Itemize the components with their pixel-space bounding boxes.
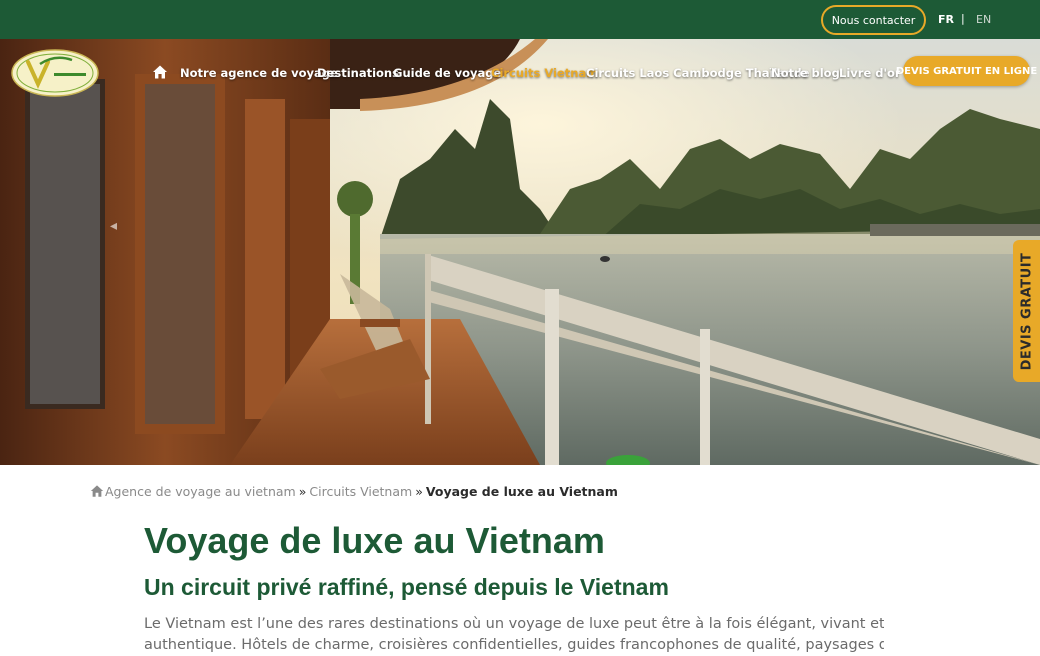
language-fr-link[interactable]: FR <box>938 13 954 26</box>
breadcrumb-separator: » <box>298 483 307 499</box>
nav-item-circuits-vietnam[interactable]: Circuits Vietnam <box>491 66 598 80</box>
home-icon[interactable] <box>152 64 168 80</box>
devis-gratuit-button[interactable]: DEVIS GRATUIT EN LIGNE <box>896 56 1037 86</box>
voyage-logo-icon[interactable] <box>10 48 100 98</box>
intro-line: authentique. Hôtels de charme, croisière… <box>144 637 884 653</box>
nav-item-destinations[interactable]: Destinations <box>317 66 399 80</box>
breadcrumb-current: Voyage de luxe au Vietnam <box>425 483 618 499</box>
page-title: Voyage de luxe au Vietnam <box>144 520 605 561</box>
page-subtitle: Un circuit privé raffiné, pensé depuis l… <box>144 574 669 600</box>
contact-button[interactable]: Nous contacter <box>821 5 926 35</box>
nav-item-livre-dor[interactable]: Livre d'or <box>839 66 901 80</box>
devis-gratuit-side-tab[interactable]: DEVIS GRATUIT <box>1013 240 1040 382</box>
language-separator: | <box>961 12 965 25</box>
nav-item-agence[interactable]: Notre agence de voyage <box>180 66 338 80</box>
top-bar: Nous contacter FR | EN <box>0 0 1040 39</box>
breadcrumb-section-link[interactable]: Circuits Vietnam <box>309 484 412 499</box>
home-icon[interactable] <box>90 484 104 498</box>
slider-prev-icon[interactable]: ◂ <box>110 218 117 234</box>
side-tab-label: DEVIS GRATUIT <box>1019 252 1035 370</box>
breadcrumb-separator: » <box>415 483 423 499</box>
breadcrumb-home-link[interactable]: Agence de voyage au vietnam <box>105 484 296 499</box>
nav-item-blog[interactable]: Notre blog <box>771 66 840 80</box>
breadcrumb: Agence de voyage au vietnam » Circuits V… <box>90 482 618 500</box>
nav-item-guide[interactable]: Guide de voyage <box>393 66 501 80</box>
hero-image <box>0 39 1040 465</box>
intro-line: Le Vietnam est l’une des rares destinati… <box>144 616 884 632</box>
language-en-link[interactable]: EN <box>976 13 991 26</box>
